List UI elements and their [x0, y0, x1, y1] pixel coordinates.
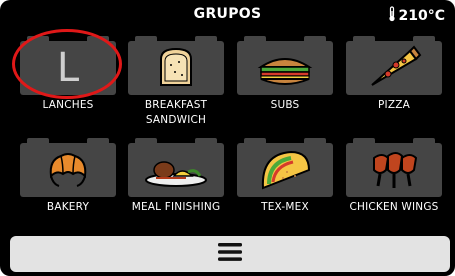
letter-l-icon: L: [56, 45, 80, 91]
sub-sandwich-icon: [237, 40, 333, 96]
croissant-icon: [20, 142, 116, 198]
chicken-wings-icon: [346, 142, 442, 198]
tile-chicken-wings[interactable]: CHICKEN WINGS: [338, 136, 446, 228]
tile-subs[interactable]: SUBS: [229, 34, 337, 126]
tile-label: LANCHES: [42, 99, 94, 111]
sandwich-icon: [128, 40, 224, 96]
tile-label: MEAL FINISHING: [131, 201, 221, 213]
tile-label: BAKERY: [46, 201, 90, 213]
tile-bakery[interactable]: BAKERY: [12, 136, 120, 228]
tile-breakfast-sandwich[interactable]: BREAKFAST SANDWICH: [120, 34, 228, 126]
tile-label: BREAKFAST SANDWICH: [144, 99, 208, 126]
hamburger-menu-icon[interactable]: [217, 241, 243, 267]
tile-tex-mex[interactable]: TEX-MEX: [229, 136, 337, 228]
screen: GRUPOS 210°C L LANCHES BREAKFAST SANDWIC…: [0, 0, 455, 276]
tile-label: PIZZA: [378, 99, 410, 111]
plated-meal-icon: [128, 142, 224, 198]
tile-pizza[interactable]: PIZZA: [338, 34, 446, 126]
tile-label: CHICKEN WINGS: [349, 201, 439, 213]
tile-lanches[interactable]: L LANCHES: [12, 34, 120, 126]
menu-bar[interactable]: [10, 236, 450, 272]
tile-label: SUBS: [270, 99, 300, 111]
tile-meal-finishing[interactable]: MEAL FINISHING: [120, 136, 228, 228]
tile-label: TEX-MEX: [261, 201, 309, 213]
taco-icon: [237, 142, 333, 198]
group-grid: L LANCHES BREAKFAST SANDWICH SUBS PIZZA …: [0, 0, 455, 240]
pizza-slice-icon: [346, 40, 442, 96]
